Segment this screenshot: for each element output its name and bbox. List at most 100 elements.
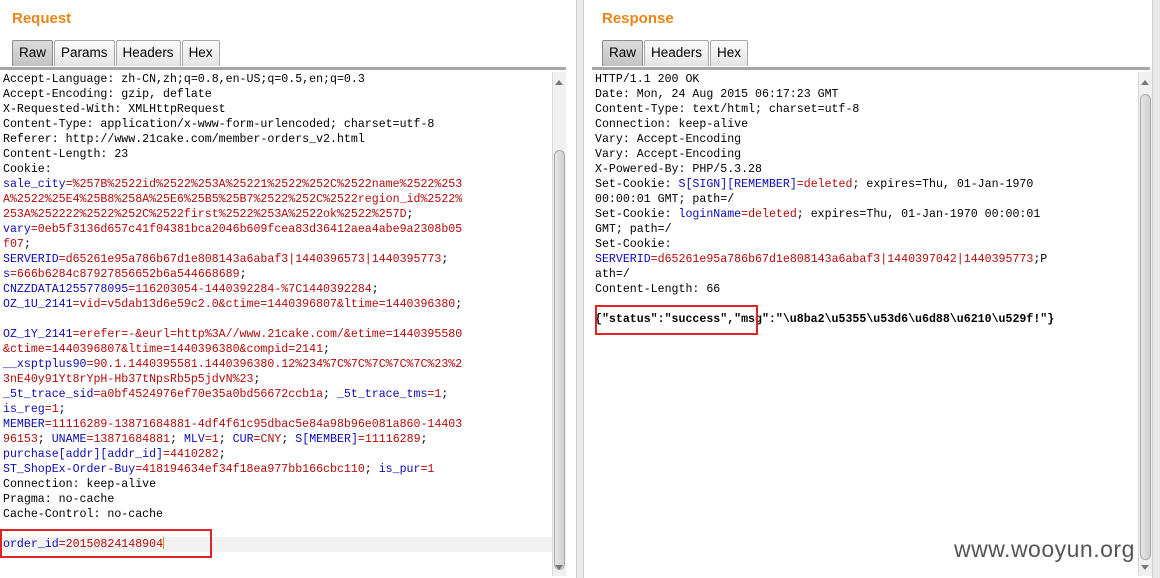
response-line: Date: Mon, 24 Aug 2015 06:17:23 GMT (592, 87, 1138, 102)
param-value: =666b6284c87927856652b6a544668689 (9, 268, 240, 281)
response-line: Connection: keep-alive (592, 117, 1138, 132)
param-value: =90.1.1440395581.1440396380.12%234%7C%7C… (86, 358, 463, 371)
response-line: Vary: Accept-Encoding (592, 147, 1138, 162)
line-text: Accept-Language: zh-CN,zh;q=0.8,en-US;q=… (3, 73, 365, 86)
param-name: _5t_trace_sid (3, 388, 94, 401)
request-line: purchase[addr][addr_id]=4410282; (0, 447, 552, 462)
param-name: __xsptplus90 (3, 358, 87, 371)
param-value: 96153 (3, 433, 38, 446)
scroll-down-icon[interactable] (1141, 565, 1149, 570)
tab-headers[interactable]: Headers (644, 40, 710, 66)
scroll-thumb[interactable] (554, 150, 565, 570)
line-text: ; (218, 448, 226, 461)
request-editor[interactable]: Accept-Language: zh-CN,zh;q=0.8,en-US;q=… (0, 72, 552, 578)
line-text: Connection: keep-alive (3, 478, 157, 491)
request-line: __xsptplus90=90.1.1440395581.1440396380.… (0, 357, 552, 372)
param-value: =1 (204, 433, 219, 446)
request-scrollbar[interactable] (552, 72, 566, 576)
request-line: A%2522%25E4%25B8%258A%25E6%25B5%25B7%252… (0, 192, 552, 207)
line-text: ; (323, 343, 331, 356)
line-text: Vary: Accept-Encoding (595, 133, 742, 146)
param-name: order_id (3, 538, 59, 551)
response-line: Set-Cookie: S[SIGN][REMEMBER]=deleted; e… (592, 177, 1138, 192)
param-value: =deleted (741, 208, 797, 221)
tab-params[interactable]: Params (54, 40, 115, 66)
line-text: ; (23, 238, 31, 251)
line-text: Content-Length: 23 (3, 148, 129, 161)
tab-raw[interactable]: Raw (12, 40, 54, 66)
param-value: =a0bf4524976ef70e35a0bd56672ccb1a (93, 388, 324, 401)
line-text: Set-Cookie: (595, 238, 672, 251)
param-value: 253A%252222%2522%252C%2522first%2522%253… (3, 208, 407, 221)
request-line: Accept-Language: zh-CN,zh;q=0.8,en-US;q=… (0, 72, 552, 87)
response-line: X-Powered-By: PHP/5.3.28 (592, 162, 1138, 177)
request-line: X-Requested-With: XMLHttpRequest (0, 102, 552, 117)
request-line: &ctime=1440396807&ltime=1440396380&compi… (0, 342, 552, 357)
scroll-up-icon[interactable] (1141, 80, 1149, 85)
line-text: ; (441, 388, 449, 401)
line-text: ; (281, 433, 296, 446)
param-name: s (3, 268, 10, 281)
line-text: ; (253, 373, 261, 386)
response-line: Vary: Accept-Encoding (592, 132, 1138, 147)
request-line: Cookie: (0, 162, 552, 177)
response-scrollbar[interactable] (1138, 72, 1152, 576)
param-name: is_reg (3, 403, 45, 416)
scroll-thumb[interactable] (1140, 94, 1151, 560)
line-text: Connection: keep-alive (595, 118, 749, 131)
response-line: 00:00:01 GMT; path=/ (592, 192, 1138, 207)
param-name: _5t_trace_tms (336, 388, 428, 401)
line-text: HTTP/1.1 200 OK (595, 73, 700, 86)
line-text: Accept-Encoding: gzip, deflate (3, 88, 212, 101)
request-line: OZ_1Y_2141=erefer=-&eurl=http%3A//www.21… (0, 327, 552, 342)
request-line: Content-Length: 23 (0, 147, 552, 162)
request-line: is_reg=1; (0, 402, 552, 417)
param-value: =deleted (796, 178, 853, 191)
param-value: =vid=v5dab13d6e59c2.0&ctime=1440396807&l… (72, 298, 456, 311)
param-value: =11116289-13871684881-4df4f61c95dbac5e84… (44, 418, 463, 431)
line-text: ; (37, 433, 52, 446)
param-value: =11116289 (357, 433, 421, 446)
line-text: ; expires=Thu, 01-Jan-1970 00:00:01 (796, 208, 1041, 221)
request-line: OZ_1U_2141=vid=v5dab13d6e59c2.0&ctime=14… (0, 297, 552, 312)
param-value: &ctime=1440396807&ltime=1440396380&compi… (3, 343, 324, 356)
request-line: Pragma: no-cache (0, 492, 552, 507)
tab-hex[interactable]: Hex (181, 40, 220, 66)
request-line: ST_ShopEx-Order-Buy=418194634ef34f18ea97… (0, 462, 552, 477)
line-text: Vary: Accept-Encoding (595, 148, 742, 161)
window-edge (1152, 0, 1160, 578)
line-text: Cookie: (3, 163, 52, 176)
param-value: 3nE40y91Yt8rYpH-Hb37tNpsRb5p5jdvN%23 (3, 373, 254, 386)
param-value: =d65261e95a786b67d1e808143a6abaf3|144039… (58, 253, 442, 266)
request-panel: Request Raw Params Headers Hex Accept-La… (0, 0, 576, 578)
param-value: =20150824148904 (58, 538, 164, 551)
line-text: Date: Mon, 24 Aug 2015 06:17:23 GMT (595, 88, 839, 101)
tab-raw[interactable]: Raw (602, 40, 644, 66)
param-name: S[MEMBER] (295, 433, 358, 446)
line-text: Content-Length: 66 (595, 283, 721, 296)
response-editor[interactable]: HTTP/1.1 200 OK Date: Mon, 24 Aug 2015 06… (592, 72, 1138, 578)
param-name: ST_ShopEx-Order-Buy (3, 463, 136, 476)
request-line: 3nE40y91Yt8rYpH-Hb37tNpsRb5p5jdvN%23; (0, 372, 552, 387)
param-value: =116203054-1440392284-%7C1440392284 (128, 283, 372, 296)
param-name: CUR (232, 433, 254, 446)
line-text: X-Requested-With: XMLHttpRequest (3, 103, 226, 116)
line-text: Content-Type: application/x-www-form-url… (3, 118, 435, 131)
param-value: =%257B%2522id%2522%253A%25221%2522%252C%… (65, 178, 463, 191)
line-text: ; (364, 463, 379, 476)
request-line (0, 312, 552, 327)
response-line: GMT; path=/ (592, 222, 1138, 237)
response-title: Response (602, 10, 674, 27)
line-text: ; (218, 433, 233, 446)
split-divider[interactable] (576, 0, 584, 578)
tab-underline (0, 67, 566, 70)
tab-hex[interactable]: Hex (710, 40, 749, 66)
param-name: SERVERID (3, 253, 59, 266)
scroll-down-icon[interactable] (555, 565, 563, 570)
param-value: A%2522%25E4%25B8%258A%25E6%25B5%25B7%252… (3, 193, 463, 206)
line-text: GMT; path=/ (595, 223, 672, 236)
line-text: Set-Cookie: (595, 208, 679, 221)
param-value: =4410282 (163, 448, 219, 461)
scroll-up-icon[interactable] (555, 80, 563, 85)
tab-headers[interactable]: Headers (115, 40, 181, 66)
